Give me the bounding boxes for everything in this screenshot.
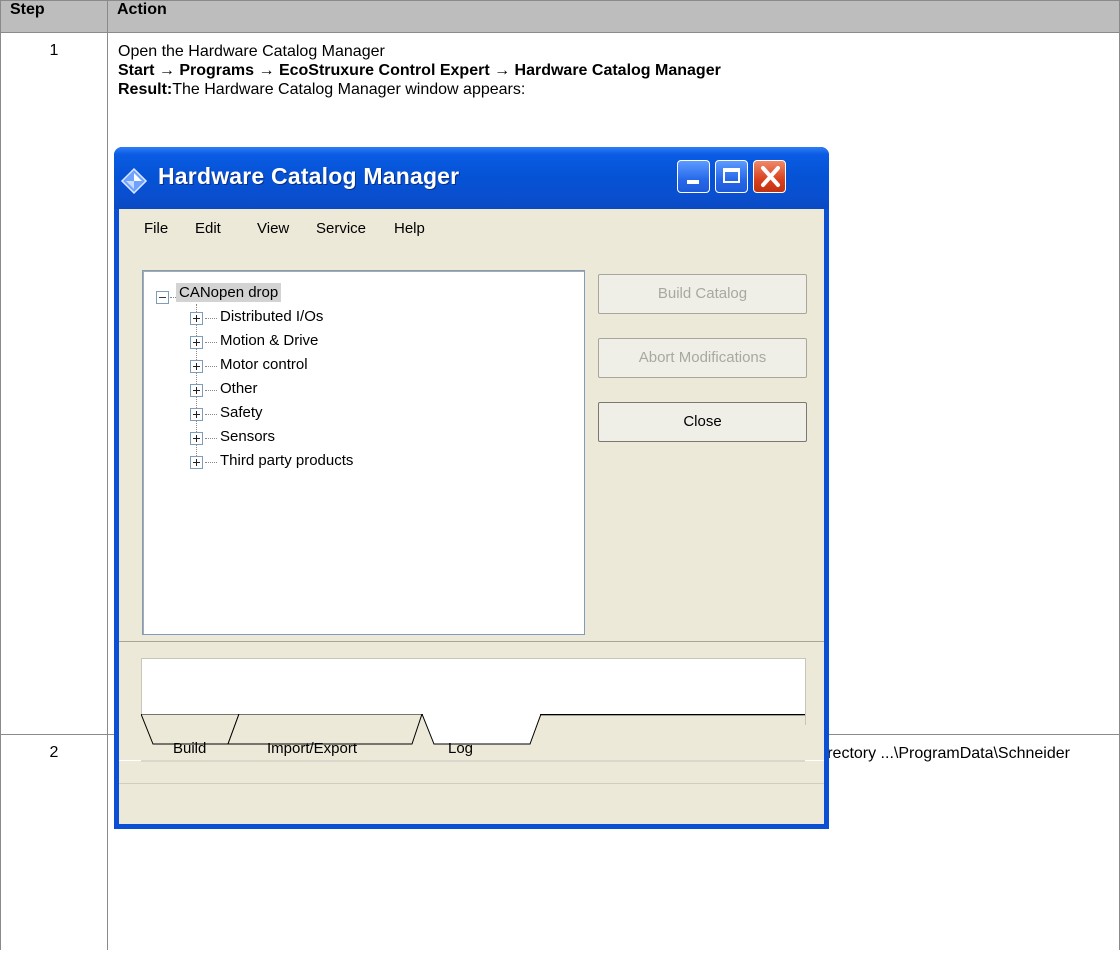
tree-item-label: Distributed I/Os	[220, 308, 324, 325]
close-button[interactable]: Close	[598, 402, 807, 442]
tab-build[interactable]: Build	[173, 740, 206, 757]
diamond-arrow-icon	[120, 167, 148, 195]
menu-bar: File Edit View Service Help	[119, 209, 824, 245]
menu-file[interactable]: File	[144, 220, 168, 237]
tab-log[interactable]: Log	[448, 740, 473, 757]
tree-item-label: Third party products	[220, 452, 354, 469]
expand-icon[interactable]	[190, 312, 203, 325]
catalog-tree[interactable]: CANopen drop Distributed I/Os Motion & D…	[142, 270, 585, 635]
tree-item-label: Motion & Drive	[220, 332, 319, 349]
tree-item-label: Motor control	[220, 356, 308, 373]
path-programs: Programs	[179, 62, 255, 79]
close-x-icon	[761, 166, 780, 187]
path-arrow: →	[489, 62, 515, 79]
step-number: 1	[0, 32, 108, 735]
header-row: Step Action	[0, 0, 1120, 33]
expand-icon[interactable]	[190, 384, 203, 397]
tree-item-label: Other	[220, 380, 258, 397]
collapse-icon[interactable]	[156, 291, 169, 304]
close-window-button[interactable]	[753, 160, 786, 193]
menu-edit[interactable]: Edit	[195, 220, 221, 237]
tab-import-export[interactable]: Import/Export	[267, 740, 357, 757]
path-start: Start	[118, 62, 155, 79]
abort-modifications-button[interactable]: Abort Modifications	[598, 338, 807, 378]
action-header: Action	[107, 0, 1120, 33]
path-arrow: →	[154, 62, 180, 79]
minimize-button[interactable]	[677, 160, 710, 193]
title-bar[interactable]: Hardware Catalog Manager	[114, 147, 829, 209]
step-number: 2	[0, 734, 108, 950]
build-catalog-button[interactable]: Build Catalog	[598, 274, 807, 314]
result-line: Result:The Hardware Catalog Manager wind…	[118, 80, 1109, 99]
menu-view[interactable]: View	[257, 220, 289, 237]
expand-icon[interactable]	[190, 336, 203, 349]
menu-service[interactable]: Service	[316, 220, 366, 237]
path-hcm: Hardware Catalog Manager	[514, 62, 721, 79]
expand-icon[interactable]	[190, 360, 203, 373]
expand-icon[interactable]	[190, 408, 203, 421]
result-label: Result:	[118, 81, 173, 98]
menu-path: Start → Programs → EcoStruxure Control E…	[118, 61, 1109, 80]
minimize-icon	[687, 180, 699, 184]
expand-icon[interactable]	[190, 456, 203, 469]
maximize-icon	[723, 168, 740, 183]
path-ecostruxure: EcoStruxure Control Expert	[278, 62, 490, 79]
action-text: Open the Hardware Catalog Manager	[118, 43, 385, 60]
window-client: File Edit View Service Help CANopen drop…	[119, 209, 824, 824]
expand-icon[interactable]	[190, 432, 203, 445]
path-arrow: →	[254, 62, 279, 79]
maximize-button[interactable]	[715, 160, 748, 193]
step-header: Step	[0, 0, 108, 33]
tree-item-label: Safety	[220, 404, 263, 421]
status-bar	[119, 783, 824, 824]
tree-root-canopen-drop[interactable]: CANopen drop	[176, 283, 282, 302]
tree-item-label: Sensors	[220, 428, 276, 445]
menu-help[interactable]: Help	[394, 220, 425, 237]
result-text: The Hardware Catalog Manager window appe…	[172, 81, 526, 98]
hardware-catalog-window: Hardware Catalog Manager File Edit View …	[114, 147, 829, 829]
window-title: Hardware Catalog Manager	[158, 163, 460, 189]
